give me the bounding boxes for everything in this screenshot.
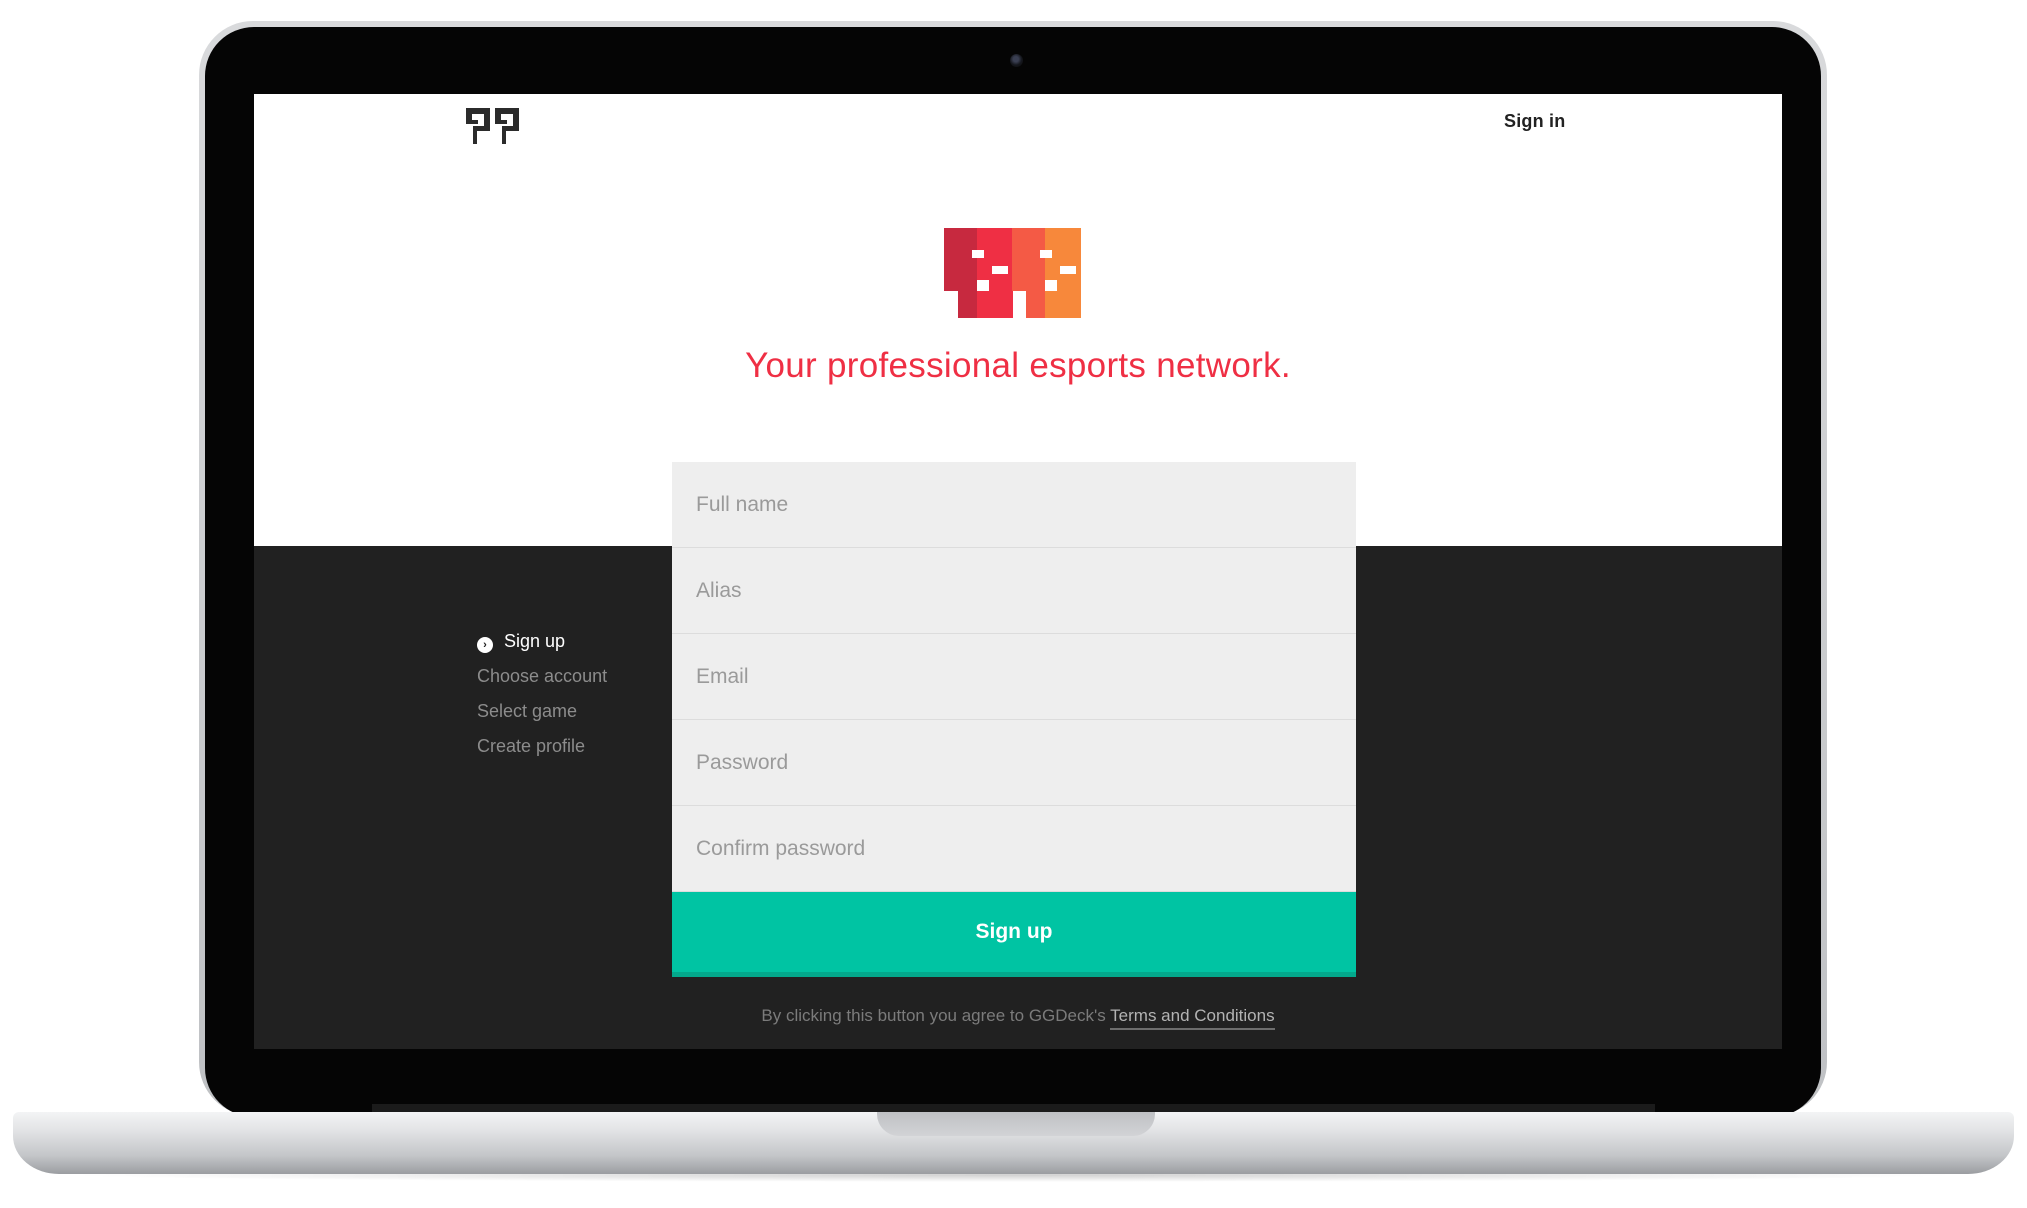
signup-steps: › Sign up Choose account Select game Crea… — [477, 624, 607, 764]
step-sign-up: › Sign up — [477, 624, 607, 659]
alias-field[interactable] — [672, 548, 1356, 634]
step-create-profile: Create profile — [477, 736, 586, 756]
camera-icon — [1010, 54, 1023, 67]
step-choose-account: Choose account — [477, 666, 608, 686]
step-select-game: Select game — [477, 701, 578, 721]
signup-form: Sign up — [672, 462, 1356, 977]
email-field[interactable] — [672, 634, 1356, 720]
chevron-right-circle-icon: › — [477, 637, 493, 653]
password-field[interactable] — [672, 720, 1356, 806]
laptop-notch — [877, 1112, 1155, 1136]
confirm-password-field[interactable] — [672, 806, 1356, 892]
terms-link[interactable]: Terms and Conditions — [1110, 1006, 1275, 1030]
tagline: Your professional esports network. — [745, 346, 1291, 385]
sign-in-link[interactable]: Sign in — [1504, 111, 1565, 132]
legal-text: By clicking this button you agree to GGD… — [761, 1006, 1106, 1025]
legal-notice: By clicking this button you agree to GGD… — [254, 1006, 1782, 1030]
ggdeck-color-logo-icon — [944, 228, 1081, 318]
full-name-field[interactable] — [672, 462, 1356, 548]
sign-up-button[interactable]: Sign up — [672, 892, 1356, 977]
browser-screen: Sign in Your professional esports networ… — [254, 94, 1782, 1049]
ggdeck-logo-icon[interactable] — [466, 108, 519, 144]
step-label: Sign up — [504, 631, 566, 651]
